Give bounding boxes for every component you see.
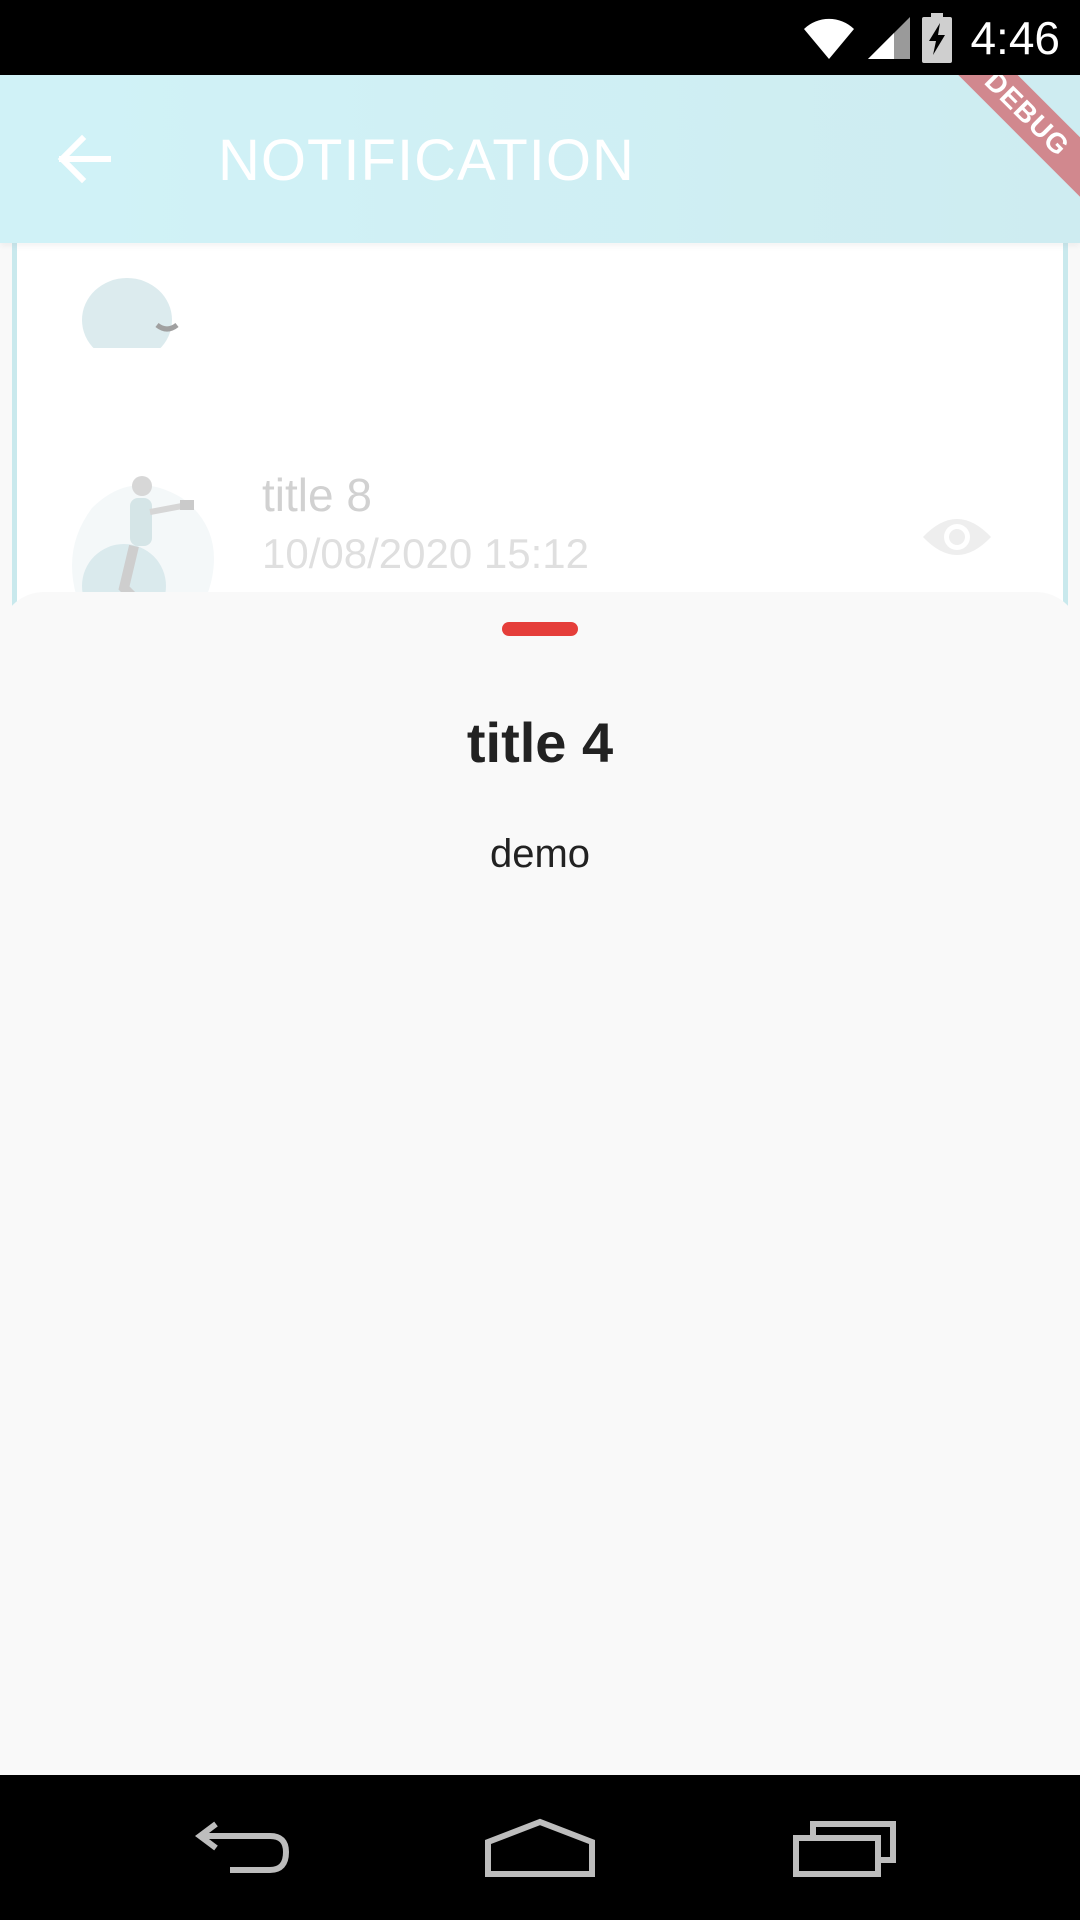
- navigation-bar: [0, 1775, 1080, 1920]
- recent-apps-icon: [793, 1820, 896, 1877]
- bottom-sheet: title 4 demo: [0, 592, 1080, 1775]
- nav-home-button[interactable]: [450, 1775, 630, 1920]
- nav-back-button[interactable]: [150, 1775, 330, 1920]
- drag-handle[interactable]: [502, 622, 578, 636]
- status-bar: 4:46: [0, 0, 1080, 75]
- back-icon: [195, 1821, 290, 1873]
- battery-charging-icon: [922, 13, 953, 63]
- wifi-icon: [804, 18, 855, 60]
- status-icons: 4:46: [802, 10, 1060, 66]
- sheet-body: demo: [489, 832, 591, 876]
- nav-recent-apps-button[interactable]: [755, 1775, 935, 1920]
- app-screen: title 8 10/08/2020 15:12 NOTIFICATION DE…: [0, 75, 1080, 1775]
- status-time: 4:46: [970, 12, 1060, 64]
- home-icon: [485, 1818, 595, 1877]
- sheet-title: title 4: [466, 711, 614, 774]
- signal-icon: [868, 17, 911, 59]
